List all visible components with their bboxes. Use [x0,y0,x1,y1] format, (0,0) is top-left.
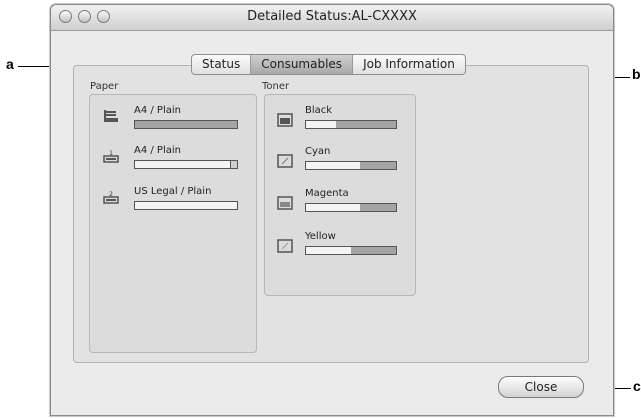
tray-2-level-bar [134,201,238,210]
tab-status[interactable]: Status [192,55,252,74]
tray-1-number: 1 [109,150,113,157]
toner-black-level-bar [305,120,397,129]
tab-job-information[interactable]: Job Information [353,55,465,74]
toner-cyan-icon [277,154,293,168]
paper-group-label: Paper [90,81,119,92]
tray-2-icon: 2 [103,191,119,204]
toner-cyan-label: Cyan [305,146,331,157]
callout-b: b [632,66,641,82]
toner-magenta-label: Magenta [305,188,349,199]
window-content: Status Consumables Job Information Paper… [51,31,613,415]
toner-group-label: Toner [262,81,290,92]
tray-2-label: US Legal / Plain [134,186,212,197]
close-button[interactable]: Close [498,376,584,398]
tab-consumables[interactable]: Consumables [251,55,354,74]
toner-yellow-label: Yellow [305,231,336,242]
window-title: Detailed Status:AL-CXXXX [247,9,417,24]
toner-group: Black Cyan Magenta Yellow [264,94,416,296]
toner-yellow-level-bar [305,246,397,255]
tray-1-label: A4 / Plain [134,145,181,156]
toner-black-icon [277,113,293,127]
tray-mp-label: A4 / Plain [134,105,181,116]
detailed-status-window: Detailed Status:AL-CXXXX Status Consumab… [50,4,614,416]
tray-2-number: 2 [109,191,113,198]
callout-a: a [6,56,14,72]
toner-magenta-icon [277,196,293,210]
tray-1-icon: 1 [103,150,119,163]
tray-1-level-bar [134,160,238,169]
toner-magenta-level-bar [305,203,397,212]
toner-cyan-level-bar [305,161,397,170]
callout-c: c [633,378,641,394]
consumables-pane: Paper A4 / Plain 1 A4 / Plain 2 US Legal… [73,65,589,363]
tray-mp-level-bar [134,120,238,129]
title-bar: Detailed Status:AL-CXXXX [51,5,613,31]
toner-yellow-icon [277,239,293,253]
paper-group: A4 / Plain 1 A4 / Plain 2 US Legal / Pla… [89,94,257,353]
toner-black-label: Black [305,105,333,116]
tab-bar: Status Consumables Job Information [191,54,466,75]
tray-mp-icon [104,110,118,122]
